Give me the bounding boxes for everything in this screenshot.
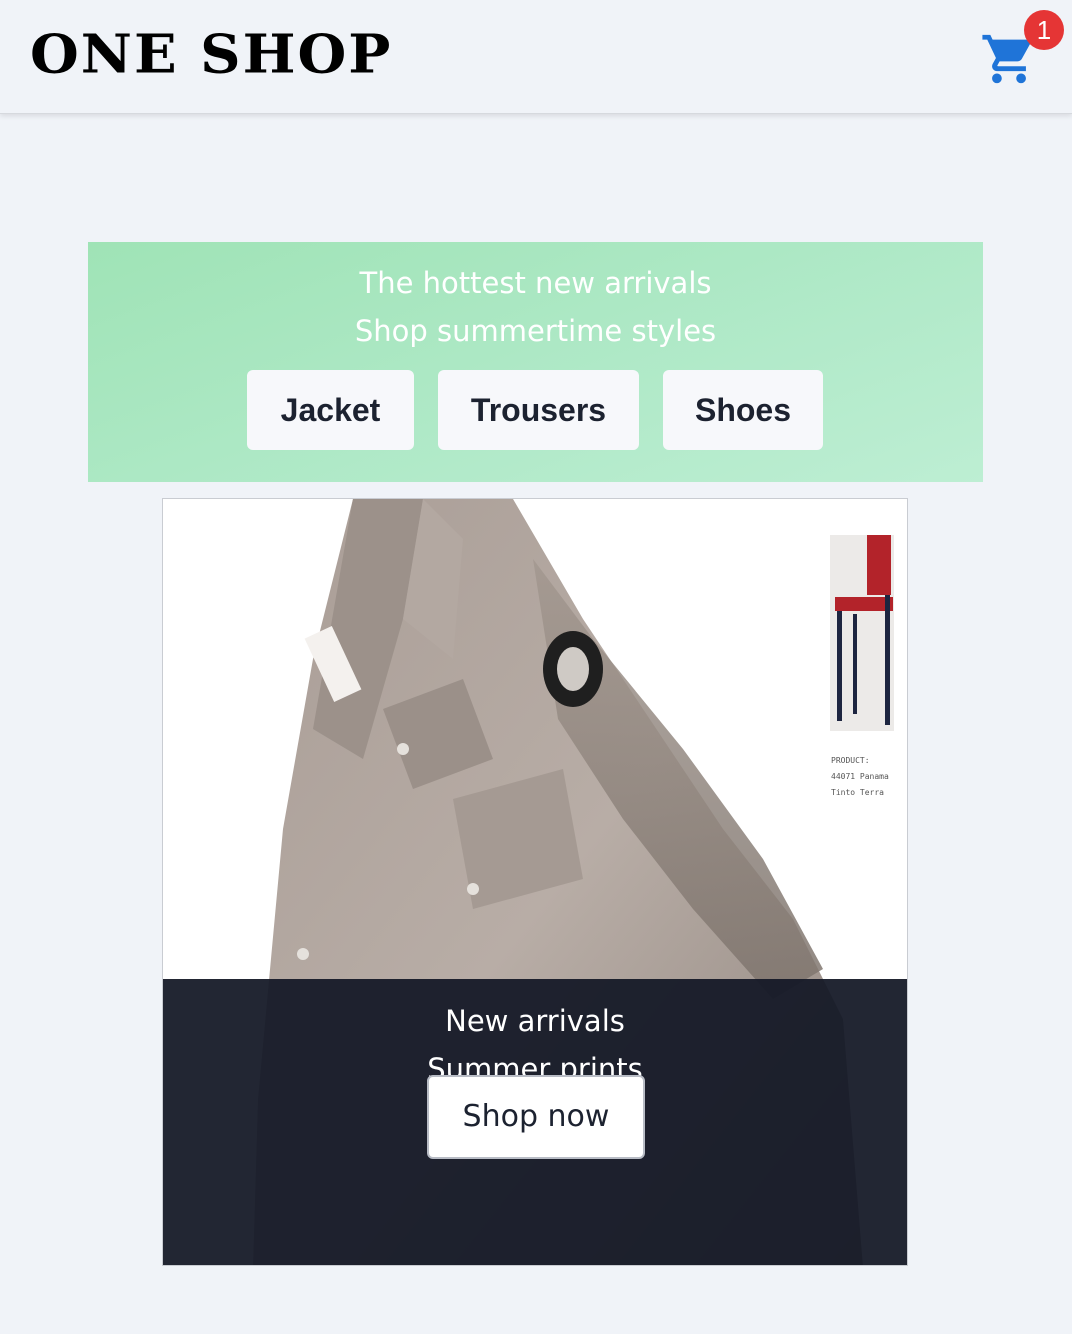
promo-banner: The hottest new arrivals Shop summertime… [88, 242, 983, 482]
category-button-trousers[interactable]: Trousers [438, 370, 639, 450]
hero-card: PRODUCT: 44071 Panama Tinto Terra New ar… [162, 498, 908, 1266]
app-header: ONE SHOP [0, 0, 1072, 114]
svg-text:44071 Panama: 44071 Panama [831, 772, 889, 781]
svg-text:Tinto Terra: Tinto Terra [831, 788, 884, 797]
promo-headline: The hottest new arrivals [359, 266, 712, 300]
promo-subheadline: Shop summertime styles [354, 314, 717, 348]
shop-now-button[interactable]: Shop now [427, 1075, 645, 1159]
svg-text:PRODUCT:: PRODUCT: [831, 756, 870, 765]
hero-caption-title: New arrivals [445, 1004, 625, 1038]
shop-logo[interactable]: ONE SHOP [30, 26, 392, 83]
cart-count-badge[interactable]: 1 [1024, 10, 1064, 50]
category-button-jacket[interactable]: Jacket [247, 370, 414, 450]
category-button-shoes[interactable]: Shoes [663, 370, 823, 450]
